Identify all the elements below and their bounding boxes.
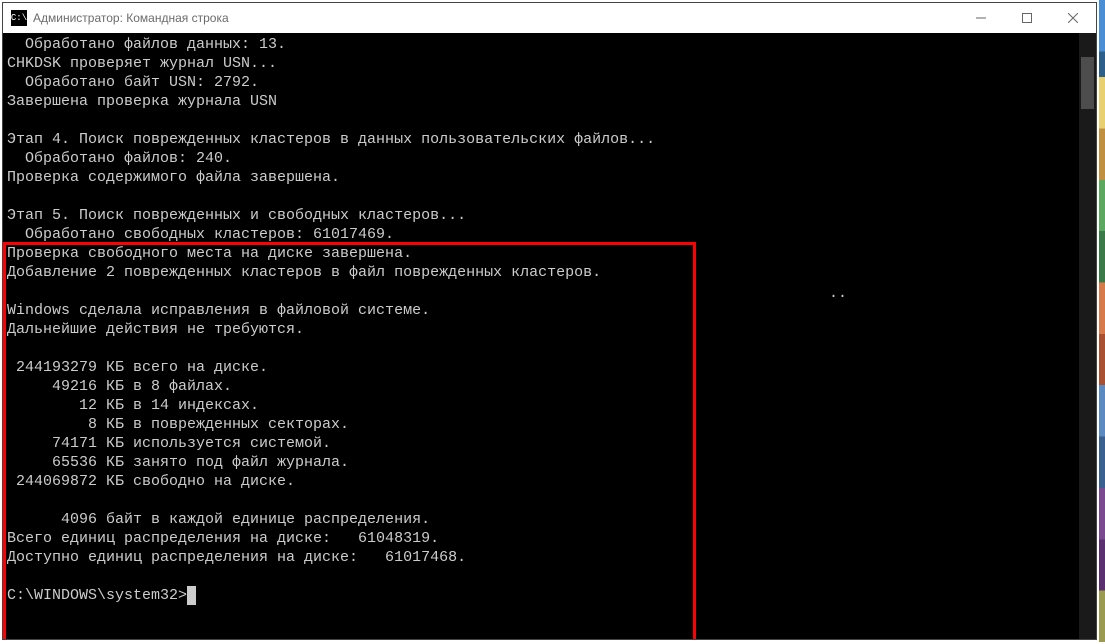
- console-line: 65536 КБ занято под файл журнала.: [7, 453, 1079, 472]
- console-line: [7, 339, 1079, 358]
- console-line: [7, 491, 1079, 510]
- background-strip: [1099, 0, 1105, 642]
- console-line: Проверка содержимого файла завершена.: [7, 168, 1079, 187]
- console-line: Windows сделала исправления в файловой с…: [7, 301, 1079, 320]
- prompt-line[interactable]: C:\WINDOWS\system32>: [7, 586, 1079, 605]
- console-line: 49216 КБ в 8 файлах.: [7, 377, 1079, 396]
- maximize-button[interactable]: [1004, 3, 1050, 33]
- window-title: Администратор: Командная строка: [33, 11, 229, 25]
- scrollbar-thumb[interactable]: [1081, 57, 1094, 109]
- console-line: [7, 111, 1079, 130]
- console-line: 244069872 КБ свободно на диске.: [7, 472, 1079, 491]
- console-line: Проверка свободного места на диске завер…: [7, 244, 1079, 263]
- console-line: [7, 187, 1079, 206]
- console-line: Обработано файлов: 240.: [7, 149, 1079, 168]
- stray-dots: ..: [829, 285, 847, 302]
- console-output[interactable]: Обработано файлов данных: 13.CHKDSK пров…: [3, 33, 1079, 639]
- console-line: 244193279 КБ всего на диске.: [7, 358, 1079, 377]
- console-line: Обработано свободных кластеров: 61017469…: [7, 225, 1079, 244]
- console-line: Обработано байт USN: 2792.: [7, 73, 1079, 92]
- console-line: CHKDSK проверяет журнал USN...: [7, 54, 1079, 73]
- console-line: [7, 567, 1079, 586]
- text-cursor: [187, 586, 196, 605]
- console-line: Завершена проверка журнала USN: [7, 92, 1079, 111]
- cmd-window: C:\ Администратор: Командная строка Обра…: [2, 2, 1097, 640]
- console-line: Добавление 2 поврежденных кластеров в фа…: [7, 263, 1079, 282]
- titlebar[interactable]: C:\ Администратор: Командная строка: [3, 3, 1096, 33]
- console-line: Дальнейшие действия не требуются.: [7, 320, 1079, 339]
- console-line: Этап 4. Поиск поврежденных кластеров в д…: [7, 130, 1079, 149]
- console-line: 74171 КБ используется системой.: [7, 434, 1079, 453]
- prompt-text: C:\WINDOWS\system32>: [7, 586, 187, 605]
- console-line: Этап 5. Поиск поврежденных и свободных к…: [7, 206, 1079, 225]
- minimize-button[interactable]: [958, 3, 1004, 33]
- console-line: 12 КБ в 14 индексах.: [7, 396, 1079, 415]
- console-line: 4096 байт в каждой единице распределения…: [7, 510, 1079, 529]
- console-line: Всего единиц распределения на диске: 610…: [7, 529, 1079, 548]
- console-line: [7, 282, 1079, 301]
- close-button[interactable]: [1050, 3, 1096, 33]
- cmd-icon: C:\: [11, 10, 27, 26]
- console-line: Доступно единиц распределения на диске: …: [7, 548, 1079, 567]
- scrollbar[interactable]: [1079, 33, 1096, 639]
- console-area: Обработано файлов данных: 13.CHKDSK пров…: [3, 33, 1096, 639]
- console-line: Обработано файлов данных: 13.: [7, 35, 1079, 54]
- console-line: 8 КБ в поврежденных секторах.: [7, 415, 1079, 434]
